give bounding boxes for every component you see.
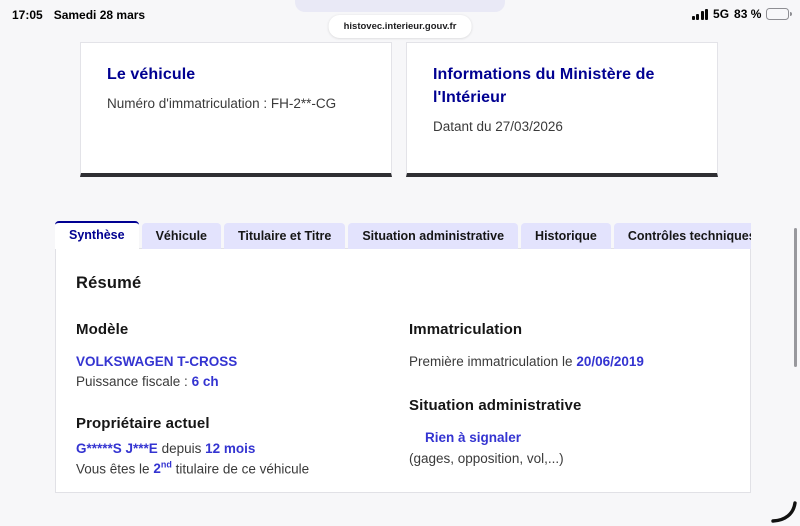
vehicle-card-title: Le véhicule: [107, 66, 196, 83]
tab-vehicule[interactable]: Véhicule: [141, 223, 222, 249]
tab-situation-administrative[interactable]: Situation administrative: [348, 223, 519, 249]
tab-controles-techniques[interactable]: Contrôles techniques: [613, 223, 751, 249]
admin-status-section: Situation administrative Rien à signaler…: [409, 397, 730, 469]
tab-synthese[interactable]: Synthèse: [55, 221, 139, 249]
owner-since: 12 mois: [205, 440, 256, 456]
registration-section: Immatriculation Première immatriculation…: [409, 321, 730, 372]
status-date: Samedi 28 mars: [53, 8, 146, 22]
battery-icon: [766, 8, 792, 20]
owner-section: Propriétaire actuel G*****S J***E depuis…: [76, 415, 409, 480]
network-type: 5G: [713, 7, 730, 21]
model-section: Modèle VOLKSWAGEN T-CROSS Puissance fisc…: [76, 321, 409, 393]
scrollbar-thumb[interactable]: [794, 228, 797, 367]
first-registration-line: Première immatriculation le 20/06/2019: [409, 354, 644, 369]
vehicle-model: VOLKSWAGEN T-CROSS: [76, 354, 238, 369]
admin-status-note: (gages, opposition, vol,...): [409, 450, 564, 466]
first-registration-date: 20/06/2019: [576, 354, 644, 369]
ipad-screen: 17:05 Samedi 28 mars histovec.interieur.…: [0, 0, 800, 525]
admin-status-heading: Situation administrative: [409, 397, 582, 415]
address-bar[interactable]: histovec.interieur.gouv.fr: [328, 15, 472, 38]
registration-heading: Immatriculation: [409, 321, 523, 338]
vehicle-card: Le véhicule Numéro d'immatriculation : F…: [80, 42, 392, 177]
holder-ordinal: 2nd: [153, 459, 172, 477]
synthese-panel: Résumé Modèle VOLKSWAGEN T-CROSS Puissan…: [55, 248, 751, 493]
ministry-card-body: Datant du 27/03/2026: [433, 119, 563, 135]
ministry-card: Informations du Ministère de l'Intérieur…: [406, 42, 718, 177]
tab-historique[interactable]: Historique: [521, 223, 611, 249]
battery-percent: 83 %: [734, 7, 762, 21]
owner-heading: Propriétaire actuel: [76, 414, 210, 432]
ministry-card-title: Informations du Ministère de l'Intérieur: [433, 66, 655, 107]
info-cards: Le véhicule Numéro d'immatriculation : F…: [80, 42, 718, 177]
owner-name: G*****S J***E: [76, 440, 158, 456]
fiscal-power-value: 6 ch: [191, 374, 219, 390]
tab-titulaire-et-titre[interactable]: Titulaire et Titre: [224, 223, 346, 249]
tab-bar: Synthèse Véhicule Titulaire et Titre Sit…: [55, 221, 751, 249]
status-bar: 17:05 Samedi 28 mars histovec.interieur.…: [0, 0, 800, 38]
model-heading: Modèle: [76, 321, 129, 338]
safari-tab-remnant: [295, 0, 505, 12]
fiscal-power-line: Puissance fiscale : 6 ch: [76, 374, 219, 390]
tabs-section: Synthèse Véhicule Titulaire et Titre Sit…: [55, 221, 751, 493]
panel-title: Résumé: [76, 274, 142, 292]
holder-line: Vous êtes le 2nd titulaire de ce véhicul…: [76, 459, 310, 477]
owner-line: G*****S J***E depuis 12 mois: [76, 440, 256, 456]
cellular-signal-icon: [691, 8, 709, 20]
admin-status-value: Rien à signaler: [425, 430, 522, 446]
pen-stroke-mark: [771, 501, 797, 523]
status-time: 17:05: [12, 8, 43, 22]
vehicle-card-body: Numéro d'immatriculation : FH-2**-CG: [107, 96, 337, 112]
